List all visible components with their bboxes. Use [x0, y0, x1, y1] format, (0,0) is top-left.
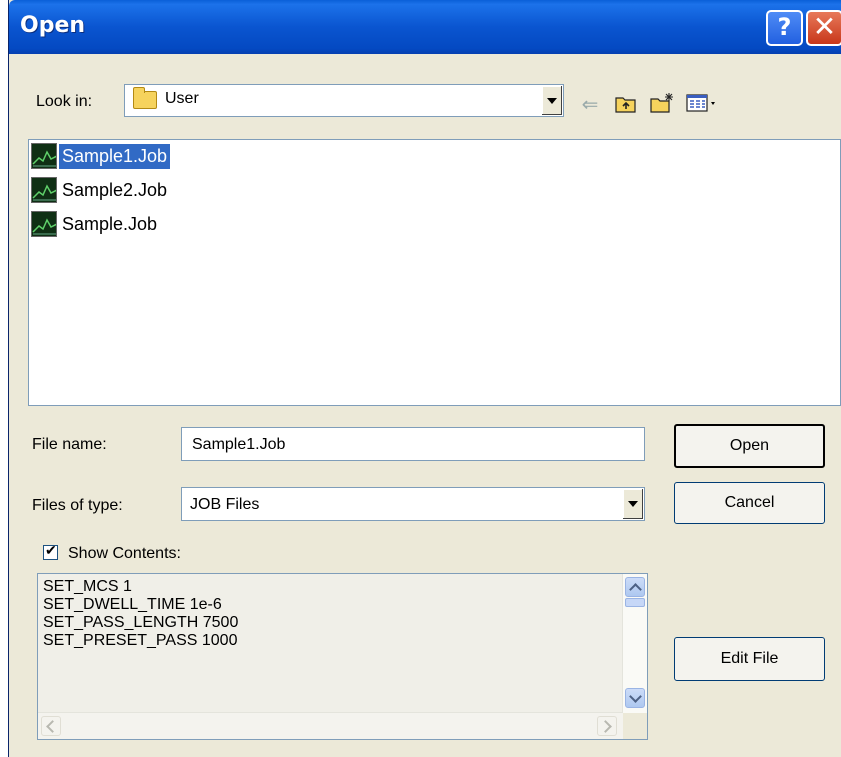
open-button[interactable]: Open — [674, 424, 825, 468]
edit-file-button[interactable]: Edit File — [674, 637, 825, 681]
file-item-sample2[interactable]: Sample2.Job — [31, 176, 170, 204]
file-contents-preview[interactable]: SET_MCS 1 SET_DWELL_TIME 1e-6 SET_PASS_L… — [37, 573, 648, 740]
file-item-sample1[interactable]: Sample1.Job — [31, 142, 171, 170]
file-name-input[interactable]: Sample1.Job — [181, 427, 645, 461]
file-name: Sample1.Job — [59, 143, 171, 169]
horizontal-scrollbar[interactable] — [38, 712, 623, 739]
scroll-down-icon[interactable] — [625, 688, 645, 708]
file-name-value: Sample1.Job — [192, 436, 286, 453]
cancel-button[interactable]: Cancel — [674, 482, 825, 524]
job-file-icon — [31, 143, 57, 169]
window-title: Open — [20, 13, 86, 38]
file-item-sample[interactable]: Sample.Job — [31, 210, 160, 238]
job-file-icon — [31, 211, 57, 237]
close-button[interactable]: ✕ — [806, 10, 841, 46]
view-menu-icon[interactable] — [685, 92, 719, 114]
help-button[interactable]: ? — [766, 10, 803, 46]
title-bar[interactable]: Open ? ✕ — [9, 0, 841, 54]
chevron-down-icon[interactable] — [541, 86, 562, 115]
file-name-label: File name: — [32, 436, 107, 453]
open-dialog: Open ? ✕ Look in: User ⇐ Sample1.Job Sam… — [8, 0, 841, 757]
files-of-type-label: Files of type: — [32, 497, 123, 514]
back-arrow-icon[interactable]: ⇐ — [579, 92, 601, 116]
folder-icon — [133, 87, 157, 109]
scroll-corner — [623, 713, 647, 739]
contents-line: SET_PRESET_PASS 1000 — [43, 632, 238, 649]
up-folder-icon[interactable] — [614, 92, 638, 114]
look-in-value: User — [165, 90, 199, 107]
chevron-down-icon[interactable] — [622, 489, 643, 519]
file-name: Sample2.Job — [62, 179, 168, 200]
new-folder-icon[interactable] — [649, 92, 675, 114]
contents-line: SET_MCS 1 — [43, 578, 132, 595]
file-name: Sample.Job — [62, 213, 158, 234]
vertical-scrollbar[interactable] — [622, 574, 647, 714]
scroll-right-icon[interactable] — [597, 716, 617, 736]
show-contents-checkbox[interactable] — [43, 542, 58, 560]
files-of-type-value: JOB Files — [190, 496, 260, 513]
files-of-type-dropdown[interactable]: JOB Files — [181, 487, 645, 521]
look-in-label: Look in: — [36, 93, 93, 110]
look-in-dropdown[interactable]: User — [124, 84, 564, 117]
file-list[interactable]: Sample1.Job Sample2.Job Sample.Job — [28, 139, 841, 406]
contents-line: SET_DWELL_TIME 1e-6 — [43, 596, 222, 613]
scroll-left-icon[interactable] — [41, 716, 61, 736]
scroll-thumb[interactable] — [625, 598, 645, 607]
job-file-icon — [31, 177, 57, 203]
show-contents-label: Show Contents: — [68, 545, 181, 562]
scroll-up-icon[interactable] — [625, 577, 645, 597]
contents-line: SET_PASS_LENGTH 7500 — [43, 614, 239, 631]
